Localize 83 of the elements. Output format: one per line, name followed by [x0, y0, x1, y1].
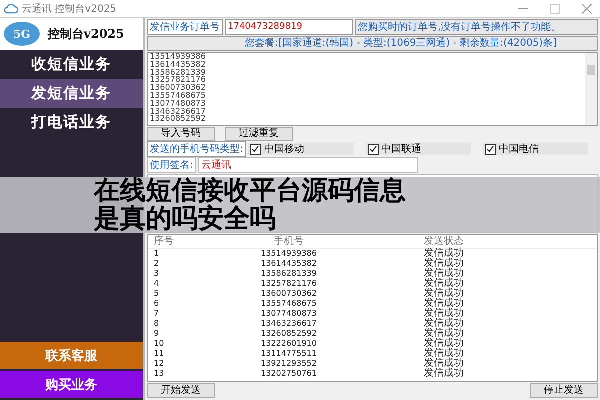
table-cell-text: 2	[153, 259, 160, 269]
table-cell-text: 13557468675	[260, 299, 318, 309]
table-cell-text: 13077480873	[260, 309, 318, 319]
checkbox[interactable]	[250, 144, 262, 154]
table-cell-text: 13202750761	[260, 369, 318, 379]
checkbox[interactable]	[484, 144, 496, 154]
phone-number: 13557468675	[150, 92, 207, 100]
send-button[interactable]: 开始发送	[147, 383, 215, 398]
package-info: 您套餐:[国家通道:(韩国) - 类型:(1069三网通) - 剩余数量:(42005)条]	[147, 36, 598, 51]
table-cell-text: 8	[153, 319, 160, 329]
checkbox-label: 中国联通	[382, 142, 422, 156]
checkbox[interactable]	[368, 144, 379, 154]
sidebar-item[interactable]: 打电话业务	[0, 108, 143, 137]
order-label: 发信业务订单号	[147, 19, 223, 35]
table-cell-text: 13586281339	[260, 269, 318, 279]
table-cell-text: 13600730362	[260, 289, 318, 299]
table-cell-text: 发信成功	[423, 249, 465, 259]
table-cell-text: 3	[153, 269, 160, 279]
phone-number: 13077480873	[150, 100, 207, 108]
table-cell-text: 12	[153, 359, 166, 369]
table-cell-text: 13921293552	[260, 359, 318, 369]
table-cell-text: 13257821176	[260, 279, 318, 289]
phone-number: 13257821176	[150, 76, 207, 84]
table-cell-text: 13260852592	[260, 329, 318, 339]
table-cell-text: 13222601910	[260, 339, 318, 349]
close-icon[interactable]	[582, 4, 592, 14]
checkbox-label: 中国移动	[264, 142, 304, 156]
carrier-label: 发送的手机号码类型:	[147, 141, 246, 157]
table-cell-text: 13	[153, 369, 166, 379]
phone-number: 13586281339	[150, 68, 207, 76]
sidebar-item[interactable]: 收短信业务	[0, 50, 143, 79]
phone-number: 13463236617	[150, 108, 207, 116]
signature-input-field[interactable]: 云通讯	[198, 157, 418, 173]
table-cell-text: 1	[153, 249, 160, 259]
table-cell-text: 发信成功	[423, 279, 465, 289]
column-header[interactable]: 手机号	[224, 235, 354, 248]
table-cell-text: 13463236617	[260, 319, 318, 329]
table-cell-text: 13114775511	[260, 349, 318, 359]
table-cell-text: 发信成功	[423, 329, 465, 339]
send-button[interactable]: 停止发送	[530, 383, 598, 398]
table-cell-text: 10	[153, 339, 166, 349]
order-input-field[interactable]: 1740473289819	[225, 19, 353, 35]
table-cell-text: 发信成功	[423, 299, 465, 309]
table-cell-text: 发信成功	[423, 369, 465, 379]
column-header[interactable]: 发送状态	[354, 235, 534, 248]
table-cell-text: 发信成功	[423, 349, 465, 359]
sidebar-button[interactable]: 联系客服	[0, 342, 143, 369]
cloud-icon	[4, 3, 18, 14]
table-cell-text: 发信成功	[423, 259, 465, 269]
toolbar-button[interactable]: 导入号码	[147, 127, 215, 141]
headline-text: 在线短信接收平台源码信息	[94, 177, 406, 205]
phone-number: 13600730362	[150, 84, 207, 92]
table-cell-text: 发信成功	[423, 359, 465, 369]
table-cell-text: 发信成功	[423, 289, 465, 299]
maximize-icon[interactable]	[550, 4, 560, 14]
table-cell-text: 发信成功	[423, 339, 465, 349]
table-cell-text: 9	[153, 329, 160, 339]
table-cell-text: 6	[153, 299, 160, 309]
toolbar-button[interactable]: 过滤重复	[225, 127, 293, 141]
table-cell-text: 13514939386	[260, 249, 318, 259]
logo-badge: 5G	[4, 22, 40, 46]
scrollbar[interactable]	[585, 53, 597, 125]
table-cell-text: 发信成功	[423, 269, 465, 279]
sidebar-item[interactable]: 发短信业务	[0, 79, 143, 108]
phone-number: 13614435382	[150, 60, 207, 69]
table-cell-text: 11	[153, 349, 166, 359]
numbers-textarea[interactable]: 13514939386 13614435382 13586281339 13257821176 13600730362 13557468675 13077480873 13463236617 13260852592	[147, 52, 598, 126]
table-cell-text: 发信成功	[423, 319, 465, 329]
table-cell-text: 5	[153, 289, 160, 299]
table-cell-text: 4	[153, 279, 160, 289]
phone-number: 13260852592	[150, 115, 207, 124]
headline-text: 是真的吗安全吗	[94, 205, 276, 233]
window-title: 云通讯 控制台v2025	[22, 2, 117, 16]
signature-label: 使用签名:	[147, 157, 196, 173]
sidebar-button[interactable]: 购买业务	[0, 371, 143, 398]
order-hint: 您购买时的订单号,没有订单号操作不了功能。	[355, 19, 598, 35]
table-cell-text: 7	[153, 309, 160, 319]
table-cell-text: 13614435382	[260, 259, 318, 269]
phone-number: 13514939386	[150, 53, 207, 61]
logo-text: 控制台v2025	[48, 26, 124, 42]
checkbox-label: 中国电信	[498, 142, 539, 156]
column-header[interactable]: 序号	[148, 235, 224, 248]
table-cell-text: 发信成功	[423, 309, 465, 319]
